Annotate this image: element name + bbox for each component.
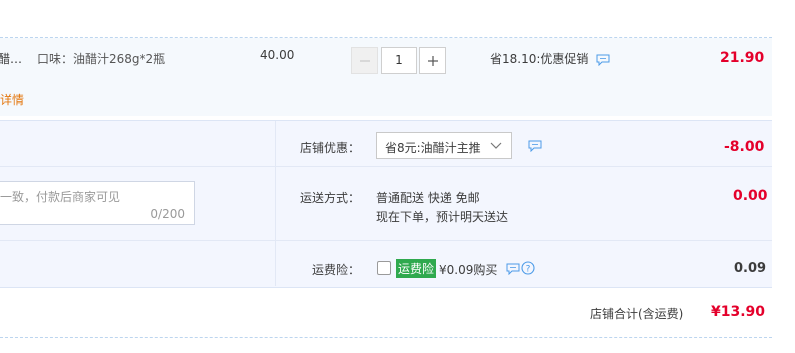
shop-total-label: 店铺合计(含运费): [590, 307, 684, 321]
bottom-divider: [0, 337, 772, 338]
message-field[interactable]: 一致，付款后商家可见 0/200: [0, 181, 195, 225]
insurance-price: ¥0.09购买: [439, 263, 498, 277]
detail-link-label[interactable]: 详情: [0, 93, 24, 107]
shop-discount-value: 省8元:油醋汁主推: [385, 141, 481, 155]
chat-icon[interactable]: [596, 54, 610, 66]
decrease-button[interactable]: [351, 47, 378, 74]
quantity-input[interactable]: 1: [381, 47, 417, 74]
shipping-amount: 0.00: [733, 188, 768, 204]
shop-discount-amount: -8.00: [724, 139, 765, 155]
panel-divider: [276, 166, 772, 167]
shipping-label: 运送方式：: [300, 191, 361, 205]
shop-total-amount: ¥13.90: [711, 304, 766, 320]
panel-divider: [275, 121, 276, 286]
svg-text:?: ?: [526, 265, 531, 275]
chevron-down-icon: [490, 142, 502, 149]
item-subtotal: 21.90: [720, 50, 765, 66]
insurance-badge: 运费险: [396, 259, 437, 278]
insurance-label: 运费险：: [312, 263, 361, 277]
message-placeholder: 一致，付款后商家可见: [0, 190, 121, 204]
help-icon[interactable]: ?: [521, 261, 535, 275]
panel-divider: [276, 240, 772, 241]
chat-icon[interactable]: [506, 263, 520, 275]
product-flavor: 口味：油醋汁268g*2瓶: [37, 52, 166, 66]
insurance-checkbox[interactable]: [377, 261, 391, 275]
increase-button[interactable]: [419, 47, 446, 74]
chat-icon[interactable]: [528, 140, 542, 152]
panel-divider: [0, 166, 275, 167]
shop-discount-label: 店铺优惠：: [300, 141, 361, 155]
promo-text: 省18.10:优惠促销: [490, 52, 589, 66]
product-name[interactable]: 醋…: [0, 50, 22, 67]
detail-link[interactable]: 详情: [0, 91, 24, 108]
unit-price: 40.00: [260, 48, 295, 62]
panel-divider: [0, 240, 275, 241]
right-margin: [772, 38, 795, 353]
shipping-method: 普通配送 快递 免邮: [376, 191, 480, 205]
plus-icon: [427, 56, 438, 66]
message-counter: 0/200: [150, 207, 185, 221]
shipping-eta: 现在下单，预计明天送达: [376, 210, 509, 224]
minus-icon: [359, 60, 370, 62]
shop-discount-select[interactable]: 省8元:油醋汁主推: [376, 132, 512, 159]
insurance-amount: 0.09: [734, 261, 767, 276]
